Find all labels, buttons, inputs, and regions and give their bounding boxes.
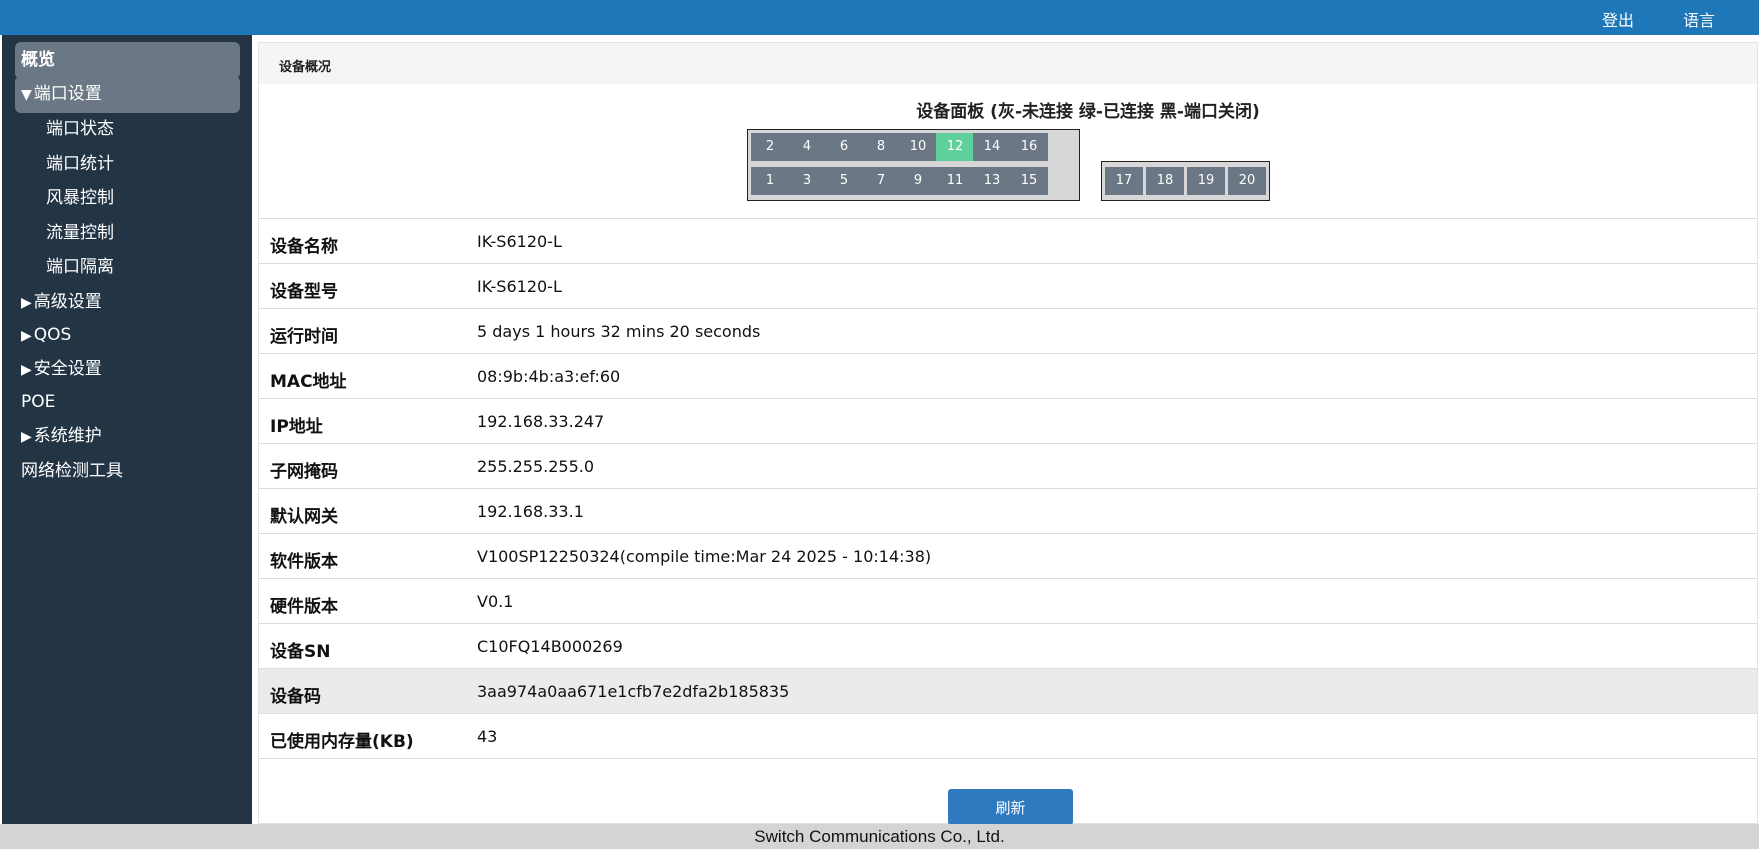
sidebar-item-label: 网络检测工具	[21, 461, 123, 481]
sidebar-item-overview[interactable]: 概览	[15, 42, 240, 79]
sidebar-item-security-settings[interactable]: ▶ 安全设置	[15, 351, 240, 388]
info-label: 设备型号	[270, 282, 338, 302]
sidebar-item-network-tools[interactable]: 网络检测工具	[15, 453, 240, 490]
info-value: 192.168.33.247	[477, 412, 605, 431]
port-6[interactable]: 6	[825, 133, 863, 161]
port-15[interactable]: 15	[1010, 167, 1048, 195]
sidebar-item-label: 风暴控制	[46, 188, 114, 208]
sidebar-item-poe[interactable]: POE	[15, 384, 240, 421]
info-label: 子网掩码	[270, 462, 338, 482]
chevron-down-icon: ▼	[21, 87, 32, 103]
info-value: 43	[477, 727, 498, 746]
info-label: 设备SN	[270, 642, 331, 662]
chevron-right-icon: ▶	[21, 328, 32, 344]
chevron-right-icon: ▶	[21, 429, 32, 445]
port-20[interactable]: 20	[1228, 167, 1266, 195]
info-value: C10FQ14B000269	[477, 637, 623, 656]
language-link[interactable]: 语言	[1683, 7, 1715, 31]
sidebar-item-label: 安全设置	[33, 359, 102, 379]
info-label: 运行时间	[270, 327, 338, 347]
table-row: MAC地址 08:9b:4b:a3:ef:60	[259, 354, 1757, 399]
port-13[interactable]: 13	[973, 167, 1011, 195]
sidebar-item-advanced-settings[interactable]: ▶ 高级设置	[15, 284, 240, 321]
top-bar: 登出 语言	[0, 0, 1759, 35]
sidebar-item-label: POE	[21, 392, 56, 412]
info-value: IK-S6120-L	[477, 232, 562, 251]
info-value: V0.1	[477, 592, 514, 611]
port-19[interactable]: 19	[1187, 167, 1225, 195]
info-label: 硬件版本	[270, 597, 338, 617]
sidebar-item-label: 端口隔离	[46, 257, 114, 277]
sidebar-item-label: QOS	[33, 325, 72, 345]
table-row: IP地址 192.168.33.247	[259, 399, 1757, 444]
port-8[interactable]: 8	[862, 133, 900, 161]
port-10[interactable]: 10	[899, 133, 937, 161]
port-18[interactable]: 18	[1146, 167, 1184, 195]
sidebar-item-port-status[interactable]: 端口状态	[15, 111, 240, 148]
info-value: V100SP12250324(compile time:Mar 24 2025 …	[477, 547, 932, 566]
port-9[interactable]: 9	[899, 167, 937, 195]
device-panel-extra: 17 18 19 20	[1101, 161, 1270, 201]
sidebar-item-label: 系统维护	[33, 426, 102, 446]
port-12[interactable]: 12	[936, 133, 974, 161]
info-label: 默认网关	[270, 507, 338, 527]
sidebar-item-label: 端口设置	[33, 84, 102, 104]
info-value: 192.168.33.1	[477, 502, 584, 521]
info-label: MAC地址	[270, 372, 347, 392]
sidebar-item-qos[interactable]: ▶ QOS	[15, 317, 240, 354]
sidebar-item-port-statistics[interactable]: 端口统计	[15, 146, 240, 183]
info-value: 5 days 1 hours 32 mins 20 seconds	[477, 322, 761, 341]
port-2[interactable]: 2	[751, 133, 789, 161]
table-row: 设备型号 IK-S6120-L	[259, 264, 1757, 309]
sidebar-item-label: 概览	[21, 50, 55, 70]
port-11[interactable]: 11	[936, 167, 974, 195]
device-info-table: 设备名称 IK-S6120-L 设备型号 IK-S6120-L 运行时间 5 d…	[259, 218, 1757, 759]
sidebar-item-flow-control[interactable]: 流量控制	[15, 215, 240, 252]
table-row: 软件版本 V100SP12250324(compile time:Mar 24 …	[259, 534, 1757, 579]
table-row: 硬件版本 V0.1	[259, 579, 1757, 624]
port-4[interactable]: 4	[788, 133, 826, 161]
port-7[interactable]: 7	[862, 167, 900, 195]
info-label: 软件版本	[270, 552, 338, 572]
table-row: 设备码 3aa974a0aa671e1cfb7e2dfa2b185835	[259, 669, 1757, 714]
table-row: 默认网关 192.168.33.1	[259, 489, 1757, 534]
device-panel-title: 设备面板 (灰-未连接 绿-已连接 黑-端口关闭)	[916, 102, 1260, 122]
info-value: 08:9b:4b:a3:ef:60	[477, 367, 621, 386]
info-label: 已使用内存量(KB)	[270, 732, 414, 752]
info-value: IK-S6120-L	[477, 277, 562, 296]
port-1[interactable]: 1	[751, 167, 789, 195]
port-16[interactable]: 16	[1010, 133, 1048, 161]
table-row: 子网掩码 255.255.255.0	[259, 444, 1757, 489]
info-label: IP地址	[270, 417, 323, 437]
info-value: 3aa974a0aa671e1cfb7e2dfa2b185835	[477, 682, 790, 701]
sidebar: 概览 ▼ 端口设置 端口状态 端口统计 风暴控制 流量控制 端口隔离 ▶ 高级设置 …	[2, 35, 252, 824]
port-5[interactable]: 5	[825, 167, 863, 195]
info-label: 设备码	[270, 687, 321, 707]
page-title: 设备概况	[279, 60, 332, 75]
sidebar-item-port-settings[interactable]: ▼ 端口设置	[15, 76, 240, 113]
info-value: 255.255.255.0	[477, 457, 595, 476]
port-14[interactable]: 14	[973, 133, 1011, 161]
info-label: 设备名称	[270, 237, 338, 257]
device-panel-main: 2 4 6 8 10 12 14 16 1 3 5 7 9 11 13 15	[747, 129, 1080, 201]
table-row: 运行时间 5 days 1 hours 32 mins 20 seconds	[259, 309, 1757, 354]
sidebar-item-label: 流量控制	[46, 223, 114, 243]
sidebar-item-label: 高级设置	[33, 292, 102, 312]
table-row: 已使用内存量(KB) 43	[259, 714, 1757, 759]
sidebar-item-storm-control[interactable]: 风暴控制	[15, 180, 240, 217]
sidebar-item-system-maintenance[interactable]: ▶ 系统维护	[15, 418, 240, 455]
content-header: 设备概况	[259, 43, 1757, 84]
sidebar-item-port-isolation[interactable]: 端口隔离	[15, 249, 240, 286]
port-17[interactable]: 17	[1105, 167, 1143, 195]
refresh-button[interactable]: 刷新	[948, 789, 1073, 825]
logout-link[interactable]: 登出	[1602, 7, 1634, 31]
sidebar-item-label: 端口状态	[46, 119, 114, 139]
footer: Switch Communications Co., Ltd.	[0, 824, 1759, 849]
main-content: 设备概况 设备面板 (灰-未连接 绿-已连接 黑-端口关闭) 2 4 6 8 1…	[258, 42, 1758, 825]
sidebar-item-label: 端口统计	[46, 154, 114, 174]
table-row: 设备SN C10FQ14B000269	[259, 624, 1757, 669]
table-row: 设备名称 IK-S6120-L	[259, 219, 1757, 264]
port-3[interactable]: 3	[788, 167, 826, 195]
